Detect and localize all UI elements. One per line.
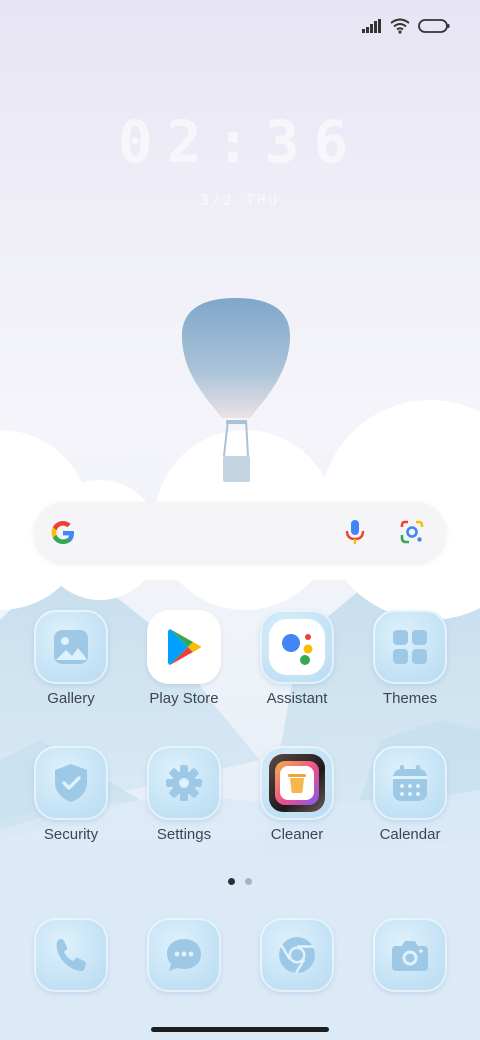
page-dot-active[interactable] <box>228 878 235 885</box>
google-lens-icon[interactable] <box>398 519 426 550</box>
page-indicator <box>0 878 480 885</box>
shield-check-icon[interactable] <box>34 746 108 820</box>
gallery-icon[interactable] <box>34 610 108 684</box>
clock-date: 3/2 THU <box>199 193 280 209</box>
signal-bars-icon <box>362 18 382 38</box>
chrome-icon[interactable] <box>260 918 334 992</box>
app-play-store[interactable]: Play Store <box>128 610 240 707</box>
app-label: Assistant <box>266 690 328 707</box>
google-search-bar[interactable] <box>34 502 446 562</box>
app-security[interactable]: Security <box>15 746 127 843</box>
status-bar <box>362 16 450 40</box>
app-gallery[interactable]: Gallery <box>15 610 127 707</box>
assistant-icon[interactable] <box>260 610 334 684</box>
app-assistant[interactable]: Assistant <box>241 610 353 707</box>
play-store-icon[interactable] <box>147 610 221 684</box>
app-label: Security <box>43 826 99 843</box>
clock-time: 02:36 <box>117 108 363 176</box>
phone-icon[interactable] <box>34 918 108 992</box>
wifi-icon <box>390 18 410 39</box>
app-label: Play Store <box>149 690 219 707</box>
gear-icon[interactable] <box>147 746 221 820</box>
google-g-icon <box>48 518 78 553</box>
themes-icon[interactable] <box>373 610 447 684</box>
dock-camera[interactable] <box>354 918 466 992</box>
camera-icon[interactable] <box>373 918 447 992</box>
calendar-icon[interactable] <box>373 746 447 820</box>
app-settings[interactable]: Settings <box>128 746 240 843</box>
dock-phone[interactable] <box>15 918 127 992</box>
trash-icon[interactable] <box>260 746 334 820</box>
app-themes[interactable]: Themes <box>354 610 466 707</box>
app-calendar[interactable]: Calendar <box>354 746 466 843</box>
app-label: Calendar <box>379 826 441 843</box>
battery-icon <box>418 18 450 39</box>
home-indicator[interactable] <box>151 1027 329 1032</box>
microphone-icon[interactable] <box>344 518 366 551</box>
message-icon[interactable] <box>147 918 221 992</box>
app-label: Cleaner <box>270 826 324 843</box>
page-dot[interactable] <box>245 878 252 885</box>
dock-chrome[interactable] <box>241 918 353 992</box>
app-label: Gallery <box>47 690 95 707</box>
app-label: Themes <box>382 690 438 707</box>
app-cleaner[interactable]: Cleaner <box>241 746 353 843</box>
dock-messages[interactable] <box>128 918 240 992</box>
app-label: Settings <box>156 826 212 843</box>
